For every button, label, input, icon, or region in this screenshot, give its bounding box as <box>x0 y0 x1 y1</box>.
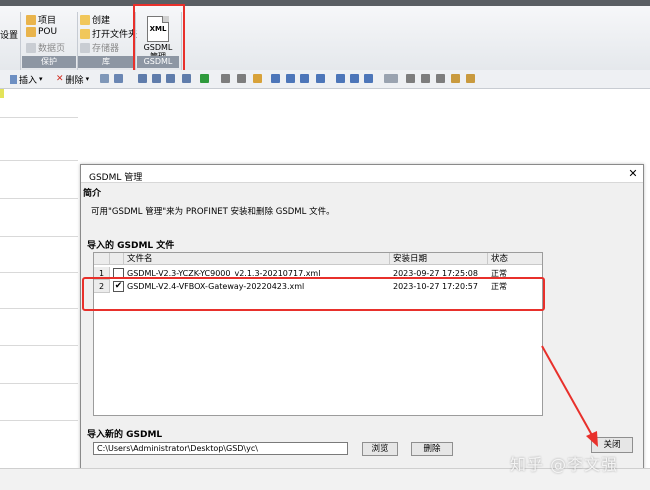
ribbon-settings-partial[interactable]: 设置 <box>0 28 18 41</box>
import-new-heading: 导入新的 GSDML <box>87 430 163 440</box>
tool-icon[interactable] <box>451 74 460 83</box>
tool-icon[interactable] <box>336 74 345 83</box>
table-corner <box>94 253 110 265</box>
tool-icon[interactable] <box>152 74 161 83</box>
ribbon-item-label: 数据页 <box>38 44 66 54</box>
editor-line <box>0 308 78 309</box>
column-header-filename[interactable]: 文件名 <box>124 253 390 265</box>
ribbon-item-label: POU <box>38 27 58 37</box>
editor-line <box>0 420 78 421</box>
tool-icon[interactable] <box>166 74 175 83</box>
delete-label: 删除 <box>65 75 84 86</box>
delete-button[interactable]: ✕ 删除 ▾ <box>56 73 90 86</box>
close-icon[interactable]: ✕ <box>627 168 639 180</box>
insert-button[interactable]: 插入 ▾ <box>10 73 43 86</box>
tool-icon[interactable] <box>237 74 246 83</box>
tool-icon[interactable] <box>364 74 373 83</box>
tool-icon[interactable] <box>466 74 475 83</box>
ribbon-separator <box>20 12 21 70</box>
intro-text: 可用"GSDML 管理"来为 PROFINET 安装和删除 GSDML 文件。 <box>91 207 335 217</box>
ribbon-item-storage[interactable]: 存储器 <box>80 41 119 54</box>
tool-icon[interactable] <box>421 74 430 83</box>
ribbon-item-create[interactable]: 创建 <box>80 13 110 26</box>
tool-icon[interactable] <box>221 74 230 83</box>
editor-line <box>0 117 78 118</box>
tool-icon[interactable] <box>253 74 262 83</box>
editor-line <box>0 236 78 237</box>
tool-icon[interactable] <box>406 74 415 83</box>
ribbon-item-datapage[interactable]: 数据页 <box>26 41 65 54</box>
tool-icon[interactable] <box>114 74 123 83</box>
column-header-date[interactable]: 安装日期 <box>390 253 488 265</box>
ribbon: 设置 项目 POU 数据页 保护 创建 打开文件夹 存储器 库 XML GSDM… <box>0 6 650 71</box>
project-lock-icon <box>26 14 36 25</box>
tool-icon[interactable] <box>316 74 325 83</box>
editor-line <box>0 383 78 384</box>
tool-icon[interactable] <box>138 74 147 83</box>
ribbon-item-open-folder[interactable]: 打开文件夹 <box>80 27 137 40</box>
delete-x-icon: ✕ <box>56 74 64 84</box>
pou-lock-icon <box>26 27 36 37</box>
tool-icon[interactable] <box>300 74 309 83</box>
create-folder-icon <box>80 14 90 25</box>
settings-label: 设置 <box>0 31 19 41</box>
tool-icon[interactable] <box>286 74 295 83</box>
ribbon-group-label-protect: 保护 <box>22 56 76 68</box>
dialog-titlebar: GSDML 管理 ✕ <box>81 165 643 183</box>
dialog-title: GSDML 管理 <box>89 173 143 183</box>
table-check-header <box>110 253 124 265</box>
delete-button[interactable]: 删除 <box>411 442 453 456</box>
editor-marker <box>0 89 4 98</box>
ribbon-item-project[interactable]: 项目 <box>26 13 56 26</box>
tool-icon[interactable] <box>100 74 109 83</box>
run-icon[interactable] <box>200 74 209 83</box>
editor-line <box>0 272 78 273</box>
dropdown-arrow-icon: ▾ <box>39 75 43 83</box>
browse-button[interactable]: 浏览 <box>362 442 398 456</box>
gsdml-manager-dialog: GSDML 管理 ✕ 简介 可用"GSDML 管理"来为 PROFINET 安装… <box>80 164 644 471</box>
dropdown-arrow-icon: ▾ <box>85 75 90 83</box>
tool-icon[interactable] <box>350 74 359 83</box>
gsdml-path-input[interactable] <box>93 442 348 455</box>
insert-icon <box>10 74 17 84</box>
storage-icon <box>80 42 90 53</box>
ribbon-item-pou[interactable]: POU <box>26 27 57 37</box>
editor-line <box>0 345 78 346</box>
tool-icon[interactable] <box>436 74 445 83</box>
tool-icon[interactable] <box>182 74 191 83</box>
insert-label: 插入 <box>19 75 38 86</box>
ribbon-item-label: 创建 <box>92 16 111 26</box>
tool-icon[interactable] <box>271 74 280 83</box>
ribbon-item-label: 项目 <box>38 16 57 26</box>
column-header-status[interactable]: 状态 <box>488 253 542 265</box>
imported-files-heading: 导入的 GSDML 文件 <box>87 241 175 251</box>
editor-line <box>0 160 78 161</box>
ribbon-item-label: 存储器 <box>92 44 120 54</box>
tool-icon[interactable] <box>384 74 398 83</box>
ribbon-item-label: 打开文件夹 <box>92 30 138 40</box>
watermark: 知乎 @李文强 <box>510 455 619 474</box>
datapage-lock-icon <box>26 42 36 53</box>
toolbar: 插入 ▾ ✕ 删除 ▾ <box>0 70 650 89</box>
ribbon-group-label-library: 库 <box>78 56 134 68</box>
open-folder-icon <box>80 28 90 39</box>
annotation-highlight-row <box>82 277 545 311</box>
editor-line <box>0 198 78 199</box>
intro-heading: 简介 <box>83 189 102 199</box>
annotation-highlight-gsdml <box>133 4 185 78</box>
